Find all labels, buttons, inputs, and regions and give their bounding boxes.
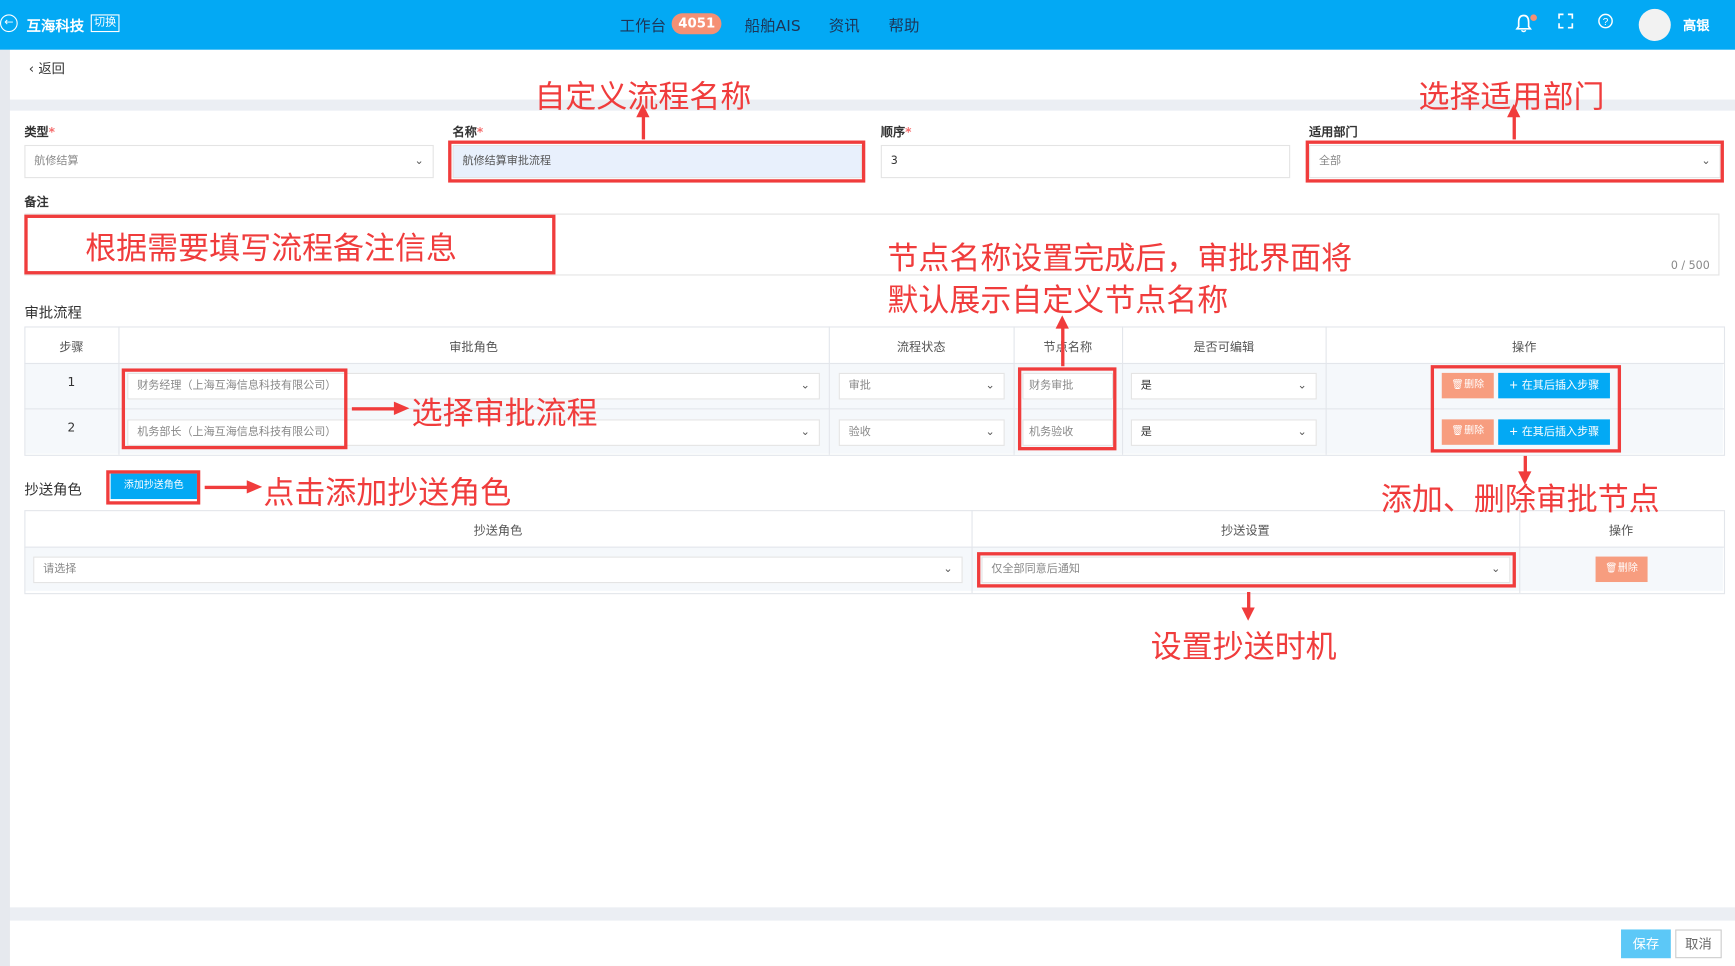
col-role: 审批角色 [449, 339, 498, 355]
page: ← 互海科技 切换 工作台 4051 船舶AIS 资讯 帮助 ? 高银 ‹ 返回… [0, 0, 1735, 966]
cc-title: 抄送角色 [24, 482, 82, 500]
footer-bar [9, 920, 1735, 966]
col-cc-setting: 抄送设置 [1221, 523, 1270, 538]
nav-workbench[interactable]: 工作台 [620, 14, 666, 36]
annotation-add-cc: 点击添加抄送角色 [263, 474, 512, 512]
col-actions: 操作 [1512, 339, 1537, 355]
type-select[interactable]: 航修结算 ⌄ [24, 144, 434, 179]
annotation-name: 自定义流程名称 [534, 78, 752, 116]
user-name[interactable]: 高银 [1683, 15, 1710, 34]
annotation-box-node [1017, 367, 1117, 451]
editable-select[interactable]: 是 ⌄ [1130, 419, 1317, 446]
step-number: 1 [67, 375, 76, 390]
approval-title: 审批流程 [24, 305, 82, 322]
annotation-arrow [351, 401, 410, 415]
annotation-node-line1: 节点名称设置完成后，审批界面将 [887, 240, 1353, 277]
annotation-arrow [204, 480, 263, 494]
annotation-dept: 选择适用部门 [1418, 78, 1605, 116]
back-label: 返回 [38, 60, 65, 77]
chevron-left-icon: ‹ [28, 60, 39, 77]
order-input[interactable]: 3 [880, 144, 1291, 179]
delete-cc-button[interactable]: 🗑删除 [1595, 556, 1648, 583]
remark-counter: 0 / 500 [1670, 260, 1710, 273]
annotation-node-line2: 默认展示自定义节点名称 [887, 282, 1229, 319]
annotation-arrow [636, 104, 650, 140]
chevron-down-icon: ⌄ [414, 154, 424, 168]
annotation-arrow [1055, 315, 1069, 367]
help-icon[interactable]: ? [1596, 13, 1616, 33]
annotation-remark: 根据需要填写流程备注信息 [85, 230, 458, 267]
chevron-down-icon: ⌄ [943, 563, 953, 576]
annotation-box-cc-setting [977, 552, 1516, 588]
save-button[interactable]: 保存 [1621, 929, 1671, 959]
annotation-arrow [1241, 591, 1255, 621]
status-select[interactable]: 验收 ⌄ [838, 419, 1005, 446]
col-editable: 是否可编辑 [1193, 339, 1255, 355]
cancel-button[interactable]: 取消 [1675, 929, 1722, 959]
annotation-role: 选择审批流程 [411, 395, 598, 432]
col-node-name: 节点名称 [1043, 339, 1093, 355]
remark-label: 备注 [24, 194, 49, 210]
step-number: 2 [67, 420, 76, 435]
annotation-box-name [448, 140, 866, 183]
annotation-box-role [121, 368, 348, 450]
col-status: 流程状态 [896, 339, 946, 355]
cc-role-select[interactable]: 请选择 ⌄ [33, 556, 963, 584]
name-label: 名称* [452, 125, 484, 140]
left-gutter [0, 49, 10, 966]
col-cc-actions: 操作 [1608, 523, 1634, 538]
chevron-down-icon: ⌄ [800, 426, 810, 439]
switch-company-button[interactable]: 切换 [90, 14, 120, 33]
back-link[interactable]: ‹ 返回 [29, 59, 65, 78]
chevron-down-icon: ⌄ [800, 379, 810, 392]
brand-name: 互海科技 [26, 18, 85, 36]
col-cc-role: 抄送角色 [473, 523, 523, 538]
notification-dot [1530, 14, 1537, 22]
annotation-box-actions [1430, 365, 1622, 453]
workbench-badge: 4051 [671, 13, 722, 35]
avatar[interactable] [1638, 8, 1671, 41]
annotation-add-del: 添加、删除审批节点 [1380, 481, 1660, 518]
annotation-arrow [1507, 104, 1521, 140]
chevron-down-icon: ⌄ [1297, 426, 1307, 439]
chevron-down-icon: ⌄ [985, 379, 995, 392]
top-bar: ← 互海科技 切换 工作台 4051 船舶AIS 资讯 帮助 ? 高银 [0, 0, 1735, 50]
annotation-cc-setting: 设置抄送时机 [1150, 628, 1337, 666]
nav-help[interactable]: 帮助 [889, 14, 920, 36]
nav-ship-ais[interactable]: 船舶AIS [745, 14, 801, 36]
col-step: 步骤 [59, 339, 84, 355]
annotation-arrow [1518, 455, 1532, 485]
order-label: 顺序* [880, 125, 912, 140]
trash-icon: 🗑 [1605, 563, 1618, 575]
annotation-box-dept [1305, 140, 1724, 183]
type-value: 航修结算 [34, 154, 79, 168]
editable-select[interactable]: 是 ⌄ [1130, 372, 1317, 400]
svg-text:?: ? [1603, 17, 1609, 28]
back-circle-icon[interactable]: ← [0, 14, 18, 33]
dept-label: 适用部门 [1308, 125, 1358, 140]
nav-news[interactable]: 资讯 [829, 14, 860, 36]
fullscreen-icon[interactable] [1556, 13, 1576, 33]
type-label: 类型* [24, 125, 56, 140]
chevron-down-icon: ⌄ [1297, 379, 1307, 392]
annotation-box-add-cc [106, 470, 201, 505]
status-select[interactable]: 审批 ⌄ [838, 372, 1005, 400]
chevron-down-icon: ⌄ [985, 426, 995, 439]
